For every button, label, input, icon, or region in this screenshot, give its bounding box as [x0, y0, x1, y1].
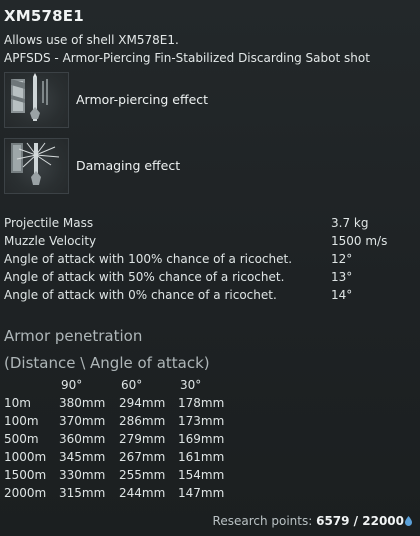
shell-allows-text: Allows use of shell XM578E1.: [4, 33, 179, 47]
penetration-cell: 330mm: [59, 468, 106, 482]
armor-piercing-effect-icon: [4, 72, 69, 128]
distance-cell: 2000m: [4, 486, 47, 500]
stat-label: Angle of attack with 100% chance of a ri…: [4, 252, 293, 266]
stat-label: Projectile Mass: [4, 216, 94, 230]
distance-cell: 500m: [4, 432, 39, 446]
penetration-cell: 255mm: [119, 468, 166, 482]
penetration-cell: 244mm: [119, 486, 166, 500]
stat-label: Angle of attack with 50% chance of a ric…: [4, 270, 285, 284]
angle-header: 60°: [121, 378, 143, 392]
stat-value: 1500 m/s: [331, 234, 388, 248]
stat-value: 13°: [331, 270, 353, 284]
stat-label: Angle of attack with 0% chance of a rico…: [4, 288, 277, 302]
armor-penetration-title: Armor penetration: [4, 327, 143, 345]
research-points: Research points: 6579 / 22000: [213, 514, 412, 528]
penetration-cell: 370mm: [59, 414, 106, 428]
stat-projectile-mass: Projectile Mass 3.7 kg: [4, 216, 414, 234]
armor-penetration-subtitle: (Distance \ Angle of attack): [4, 354, 210, 372]
stat-label: Muzzle Velocity: [4, 234, 97, 248]
penetration-cell: 173mm: [178, 414, 225, 428]
penetration-cell: 178mm: [178, 396, 225, 410]
angle-header: 90°: [61, 378, 83, 392]
stat-ricochet-50: Angle of attack with 50% chance of a ric…: [4, 270, 414, 288]
penetration-cell: 345mm: [59, 450, 106, 464]
armor-piercing-effect-label: Armor-piercing effect: [76, 92, 209, 107]
stat-value: 3.7 kg: [331, 216, 369, 230]
armor-piercing-effect: Armor-piercing effect: [4, 72, 264, 128]
penetration-cell: 315mm: [59, 486, 106, 500]
penetration-cell: 286mm: [119, 414, 166, 428]
distance-cell: 1500m: [4, 468, 47, 482]
stat-ricochet-100: Angle of attack with 100% chance of a ri…: [4, 252, 414, 270]
penetration-cell: 380mm: [59, 396, 106, 410]
shell-stats: Projectile Mass 3.7 kg Muzzle Velocity 1…: [4, 216, 414, 306]
penetration-cell: 169mm: [178, 432, 225, 446]
stat-ricochet-0: Angle of attack with 0% chance of a rico…: [4, 288, 414, 306]
stat-value: 12°: [331, 252, 353, 266]
research-points-label: Research points:: [212, 514, 317, 528]
distance-cell: 1000m: [4, 450, 47, 464]
stat-value: 14°: [331, 288, 353, 302]
shell-title: XM578E1: [4, 7, 84, 25]
penetration-cell: 279mm: [119, 432, 166, 446]
shell-info-tooltip: XM578E1 Allows use of shell XM578E1. APF…: [0, 0, 420, 536]
research-points-value: 6579 / 22000: [316, 514, 404, 528]
research-points-icon: [405, 515, 412, 526]
distance-cell: 10m: [4, 396, 31, 410]
penetration-cell: 154mm: [178, 468, 225, 482]
damaging-effect-label: Damaging effect: [76, 158, 181, 173]
shell-type-text: APFSDS - Armor-Piercing Fin-Stabilized D…: [4, 51, 370, 65]
penetration-cell: 360mm: [59, 432, 106, 446]
penetration-cell: 161mm: [178, 450, 225, 464]
penetration-cell: 147mm: [178, 486, 225, 500]
penetration-cell: 294mm: [119, 396, 166, 410]
distance-cell: 100m: [4, 414, 39, 428]
angle-header: 30°: [180, 378, 202, 392]
damaging-effect: Damaging effect: [4, 138, 264, 194]
damaging-effect-icon: [4, 138, 69, 194]
stat-muzzle-velocity: Muzzle Velocity 1500 m/s: [4, 234, 414, 252]
penetration-cell: 267mm: [119, 450, 166, 464]
